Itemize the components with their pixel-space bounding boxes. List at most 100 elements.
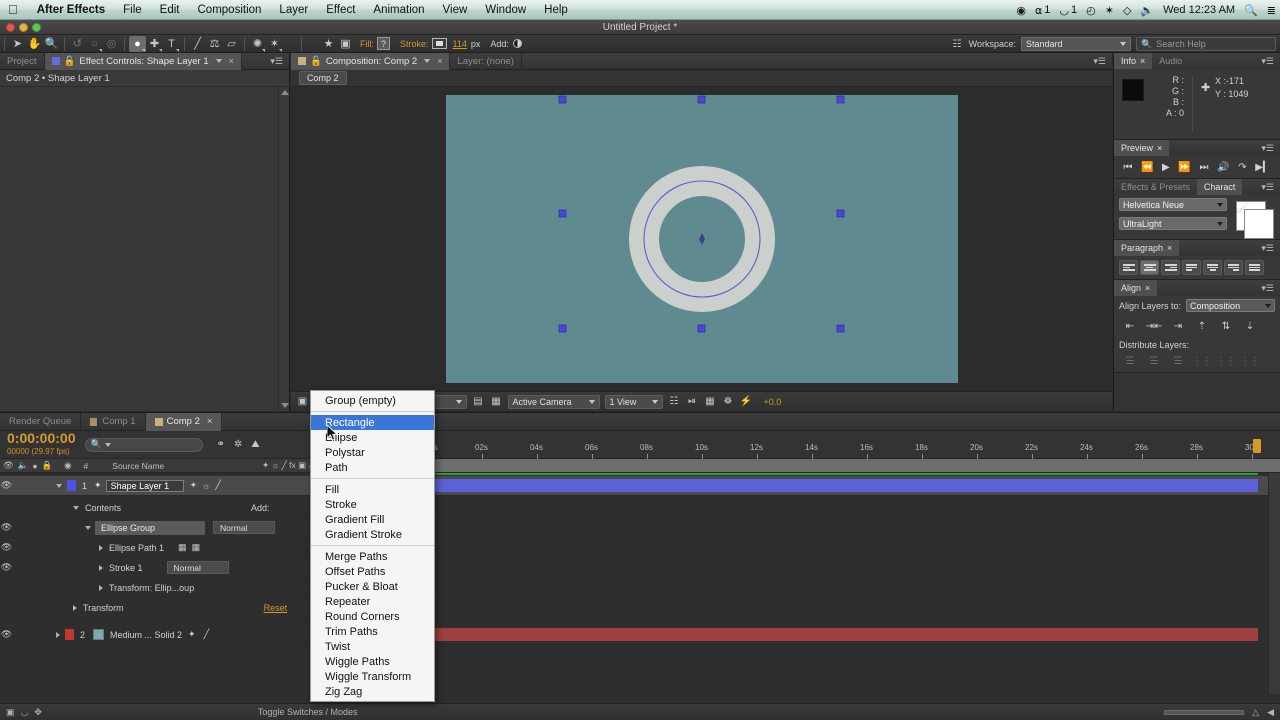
workspace-switch-icon[interactable]: ☷ bbox=[951, 38, 964, 51]
label-color-swatch[interactable] bbox=[65, 629, 74, 640]
menu-item-wiggle-transform[interactable]: Wiggle Transform bbox=[311, 669, 434, 684]
toggle-switches-modes-button[interactable]: Toggle Switches / Modes bbox=[258, 707, 358, 717]
shy-icon[interactable]: ✦ bbox=[188, 629, 196, 640]
region-of-interest-icon[interactable]: ▤ bbox=[472, 395, 485, 408]
font-style-select[interactable]: UltraLight bbox=[1119, 217, 1227, 230]
lock-icon[interactable]: 🔒 bbox=[42, 460, 53, 471]
menu-help[interactable]: Help bbox=[535, 0, 577, 20]
scroll-up-icon[interactable] bbox=[281, 90, 289, 95]
distribute-left-icon[interactable]: ⋮⋮ bbox=[1192, 354, 1212, 368]
table-row[interactable]: 👁 Ellipse Path 1 ▦ ▦ bbox=[0, 538, 1280, 558]
scroll-down-icon[interactable] bbox=[281, 403, 289, 408]
composition-mini-flowchart-icon[interactable]: ⚭ bbox=[217, 439, 225, 450]
mask-feather-icon[interactable]: ▣ bbox=[337, 36, 354, 52]
justify-all-icon[interactable] bbox=[1245, 260, 1264, 275]
blend-mode-select[interactable]: Normal bbox=[213, 521, 275, 534]
solid-layer-name[interactable]: Medium ... Solid 2 bbox=[110, 630, 182, 640]
workspace-select[interactable]: Standard bbox=[1021, 37, 1131, 51]
close-icon[interactable]: × bbox=[207, 416, 213, 427]
video-toggle-icon[interactable]: 👁 bbox=[0, 629, 13, 640]
disclosure-triangle-icon[interactable] bbox=[73, 506, 79, 510]
menu-file[interactable]: File bbox=[114, 0, 151, 20]
disclosure-triangle-icon[interactable] bbox=[56, 484, 62, 488]
panel-menu-icon[interactable]: ▾☰ bbox=[1261, 182, 1274, 193]
path-direction-icon-1[interactable]: ▦ bbox=[178, 542, 187, 553]
panel-menu-icon[interactable]: ▾☰ bbox=[1093, 56, 1106, 67]
orbit-camera-tool[interactable]: ○ bbox=[86, 36, 103, 52]
last-frame-icon[interactable]: ⏭ bbox=[1199, 162, 1208, 173]
first-frame-icon[interactable]: ⏮ bbox=[1123, 162, 1132, 173]
video-toggle-icon[interactable]: 👁 bbox=[0, 542, 13, 553]
tab-effect-controls[interactable]: 🔓 Effect Controls: Shape Layer 1 × bbox=[45, 53, 242, 70]
panel-menu-icon[interactable]: ▾☰ bbox=[270, 56, 283, 67]
menu-composition[interactable]: Composition bbox=[189, 0, 271, 20]
ruler-icon[interactable]: ⏯ bbox=[686, 395, 699, 408]
menu-item-path[interactable]: Path bbox=[311, 460, 434, 475]
shape-tool[interactable]: ● bbox=[129, 36, 146, 52]
layer-duration-bar[interactable] bbox=[420, 479, 1258, 492]
mask-icon[interactable]: ☷ bbox=[668, 395, 681, 408]
panel-menu-icon[interactable]: ▾☰ bbox=[1261, 143, 1274, 154]
align-right-edges-icon[interactable]: ⇥ bbox=[1168, 319, 1188, 333]
menu-item-pucker-bloat[interactable]: Pucker & Bloat bbox=[311, 579, 434, 594]
ellipse-group-name[interactable]: Ellipse Group bbox=[95, 521, 205, 535]
align-bottom-edges-icon[interactable]: ⇣ bbox=[1240, 319, 1260, 333]
disclosure-triangle-icon[interactable] bbox=[99, 585, 103, 591]
chevron-down-icon[interactable] bbox=[424, 59, 430, 63]
clone-stamp-tool[interactable]: ⚖ bbox=[206, 36, 223, 52]
type-tool[interactable]: T bbox=[163, 36, 180, 52]
menu-item-group-empty[interactable]: Group (empty) bbox=[311, 393, 434, 408]
stroke-width-value[interactable]: 114 bbox=[453, 39, 467, 49]
blend-mode-select[interactable]: Normal bbox=[167, 561, 229, 574]
justify-last-center-icon[interactable] bbox=[1203, 260, 1222, 275]
rotation-tool[interactable]: ↺ bbox=[69, 36, 86, 52]
menu-item-twist[interactable]: Twist bbox=[311, 639, 434, 654]
menu-item-wiggle-paths[interactable]: Wiggle Paths bbox=[311, 654, 434, 669]
zoom-window-icon[interactable] bbox=[32, 23, 41, 32]
tab-align[interactable]: Align × bbox=[1114, 280, 1157, 296]
zoom-slider[interactable] bbox=[1164, 710, 1244, 715]
disclosure-triangle-icon[interactable] bbox=[73, 605, 77, 611]
stage-canvas[interactable] bbox=[446, 95, 958, 383]
tab-layer[interactable]: Layer: (none) bbox=[450, 53, 522, 70]
work-area-end-handle[interactable] bbox=[1253, 439, 1261, 453]
label-color-swatch[interactable] bbox=[67, 480, 76, 491]
align-right-icon[interactable] bbox=[1161, 260, 1180, 275]
align-top-edges-icon[interactable]: ⇡ bbox=[1192, 319, 1212, 333]
window-traffic-lights[interactable] bbox=[6, 23, 41, 32]
align-horizontal-center-icon[interactable]: ⇥⇤ bbox=[1144, 319, 1164, 333]
shy-icon[interactable]: ✦ bbox=[190, 480, 198, 491]
collapse-icon[interactable]: ☼ bbox=[272, 460, 280, 470]
close-icon[interactable]: × bbox=[229, 56, 234, 66]
pan-behind-tool[interactable]: ◎ bbox=[103, 36, 120, 52]
chevron-down-icon[interactable] bbox=[216, 59, 222, 63]
solo-icon[interactable]: ● bbox=[32, 461, 37, 471]
puppet-pin-tool[interactable]: ✶ bbox=[266, 36, 283, 52]
tab-comp-2[interactable]: Comp 2 × bbox=[146, 413, 223, 431]
panel-menu-icon[interactable]: ▾☰ bbox=[1261, 283, 1274, 294]
reset-transform-button[interactable]: Reset bbox=[264, 603, 288, 613]
menu-item-gradient-fill[interactable]: Gradient Fill bbox=[311, 512, 434, 527]
quality-icon[interactable]: ╱ bbox=[282, 460, 287, 470]
transparency-grid-icon[interactable]: ▦ bbox=[490, 395, 503, 408]
menu-item-polystar[interactable]: Polystar bbox=[311, 445, 434, 460]
path-direction-icon-2[interactable]: ▦ bbox=[192, 542, 201, 553]
distribute-right-icon[interactable]: ⋮⋮ bbox=[1240, 354, 1260, 368]
distribute-vcenter-icon[interactable]: ☰ bbox=[1144, 354, 1164, 368]
audio-icon[interactable]: 🔈 bbox=[18, 460, 29, 471]
close-icon[interactable]: × bbox=[437, 56, 442, 66]
draft-3d-icon[interactable]: ✲ bbox=[234, 439, 242, 450]
layer-duration-bar[interactable] bbox=[420, 628, 1258, 641]
close-icon[interactable]: × bbox=[1145, 283, 1150, 293]
close-icon[interactable]: × bbox=[1140, 56, 1145, 66]
tab-character[interactable]: Charact bbox=[1197, 179, 1243, 195]
justify-last-left-icon[interactable] bbox=[1182, 260, 1201, 275]
source-name-header[interactable]: Source Name bbox=[112, 461, 164, 471]
camera-view-select[interactable]: Active Camera bbox=[508, 395, 600, 409]
audio-icon[interactable]: 🔊 bbox=[1217, 162, 1229, 173]
list-icon[interactable]: ≣ bbox=[1267, 4, 1276, 17]
quality-icon[interactable]: ╱ bbox=[215, 480, 220, 491]
menu-item-stroke[interactable]: Stroke bbox=[311, 497, 434, 512]
fast-preview-icon[interactable]: ⚡ bbox=[740, 395, 753, 408]
apple-icon[interactable]:  bbox=[8, 3, 18, 16]
